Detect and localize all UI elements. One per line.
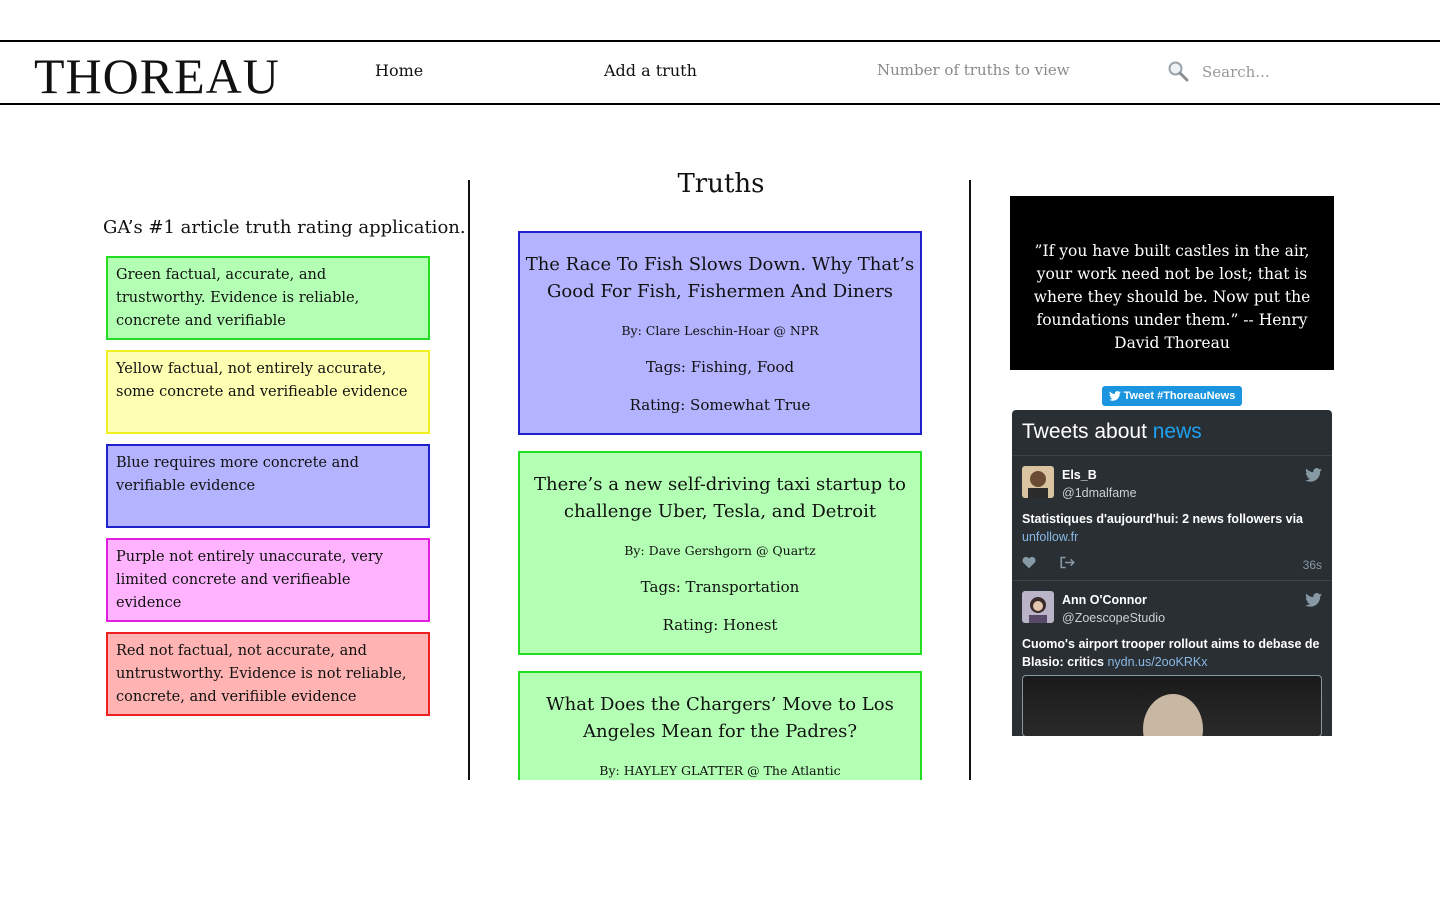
- truth-count-selector[interactable]: Number of truths to view: [877, 61, 1070, 79]
- twitter-timeline-widget: Tweets about news Els_B @1dmalfame Stati…: [1012, 410, 1332, 736]
- truths-list: The Race To Fish Slows Down. Why That’s …: [472, 196, 968, 780]
- column-divider-left: [468, 180, 470, 780]
- search-icon[interactable]: [1167, 60, 1189, 82]
- heart-icon[interactable]: [1022, 556, 1036, 569]
- truth-card-title[interactable]: The Race To Fish Slows Down. Why That’s …: [524, 251, 916, 305]
- tweet-hashtag-button[interactable]: Tweet #ThoreauNews: [1102, 386, 1242, 406]
- top-navbar: THOREAU Home Add a truth Number of truth…: [0, 40, 1440, 105]
- tweet-item[interactable]: Ann O'Connor @ZoescopeStudio Cuomo's air…: [1012, 581, 1332, 736]
- truth-card-tags: Tags: Fishing, Food: [645, 358, 795, 376]
- truth-card-byline: By: Clare Leschin-Hoar @ NPR: [621, 323, 819, 338]
- tweet-button-label: Tweet #ThoreauNews: [1123, 390, 1236, 402]
- tweet-link[interactable]: nydn.us/2ooKRKx: [1107, 655, 1207, 669]
- tweet-text: Statistiques d'aujourd'hui: 2 news follo…: [1022, 510, 1322, 546]
- nav-home-link[interactable]: Home: [375, 61, 423, 80]
- column-divider-right: [969, 180, 971, 780]
- twitter-bird-icon[interactable]: [1305, 468, 1322, 482]
- tweet-author-name[interactable]: Els_B: [1062, 466, 1322, 484]
- twitter-bird-icon: [1108, 391, 1121, 401]
- timeline-title: Tweets about: [1022, 420, 1153, 443]
- truths-heading: Truths: [677, 169, 765, 196]
- legend-purple: Purple not entirely unaccurate, very lim…: [106, 538, 430, 622]
- truth-card[interactable]: There’s a new self-driving taxi startup …: [518, 451, 922, 655]
- truth-card-title[interactable]: There’s a new self-driving taxi startup …: [524, 471, 916, 525]
- tweet-text: Cuomo's airport trooper rollout aims to …: [1022, 635, 1322, 671]
- legend-red: Red not factual, not accurate, and untru…: [106, 632, 430, 716]
- timeline-header: Tweets about news: [1012, 410, 1332, 456]
- search-input[interactable]: [1200, 56, 1414, 88]
- twitter-bird-icon[interactable]: [1305, 593, 1322, 607]
- tweet-author-name[interactable]: Ann O'Connor: [1062, 591, 1322, 609]
- truth-card-title[interactable]: What Does the Chargers’ Move to Los Ange…: [524, 691, 916, 745]
- legend-blue: Blue requires more concrete and verifiab…: [106, 444, 430, 528]
- tweet-link[interactable]: unfollow.fr: [1022, 530, 1078, 544]
- legend-yellow: Yellow factual, not entirely accurate, s…: [106, 350, 430, 434]
- tweet-actions: 36s: [1022, 546, 1322, 580]
- legend-green: Green factual, accurate, and trustworthy…: [106, 256, 430, 340]
- tweet-photo-subject: [1143, 694, 1203, 736]
- truth-card-rating: Rating: Somewhat True: [629, 396, 811, 414]
- truth-card-rating: Rating: Honest: [662, 616, 778, 634]
- tweet-item[interactable]: Els_B @1dmalfame Statistiques d'aujourd'…: [1012, 456, 1332, 581]
- tweet-timestamp[interactable]: 36s: [1303, 558, 1322, 572]
- truth-card-byline: By: HAYLEY GLATTER @ The Atlantic: [599, 763, 841, 778]
- tweet-media-image[interactable]: [1022, 675, 1322, 736]
- share-icon[interactable]: [1060, 556, 1075, 569]
- tweet-author-handle[interactable]: @1dmalfame: [1062, 484, 1322, 502]
- truth-card[interactable]: The Race To Fish Slows Down. Why That’s …: [518, 231, 922, 435]
- tweet-author-handle[interactable]: @ZoescopeStudio: [1062, 609, 1322, 627]
- avatar[interactable]: [1022, 591, 1054, 623]
- thoreau-quote: ”If you have built castles in the air, y…: [1010, 196, 1334, 370]
- truth-card-tags: Tags: Transportation: [640, 578, 800, 596]
- app-tagline: GA’s #1 article truth rating application…: [103, 217, 466, 238]
- timeline-keyword-link[interactable]: news: [1153, 420, 1202, 443]
- truth-card[interactable]: What Does the Chargers’ Move to Los Ange…: [518, 671, 922, 780]
- avatar[interactable]: [1022, 466, 1054, 498]
- truth-card-byline: By: Dave Gershgorn @ Quartz: [624, 543, 816, 558]
- site-logo[interactable]: THOREAU: [34, 48, 280, 104]
- tweet-body: Statistiques d'aujourd'hui: 2 news follo…: [1022, 512, 1303, 526]
- nav-add-truth-link[interactable]: Add a truth: [604, 61, 697, 80]
